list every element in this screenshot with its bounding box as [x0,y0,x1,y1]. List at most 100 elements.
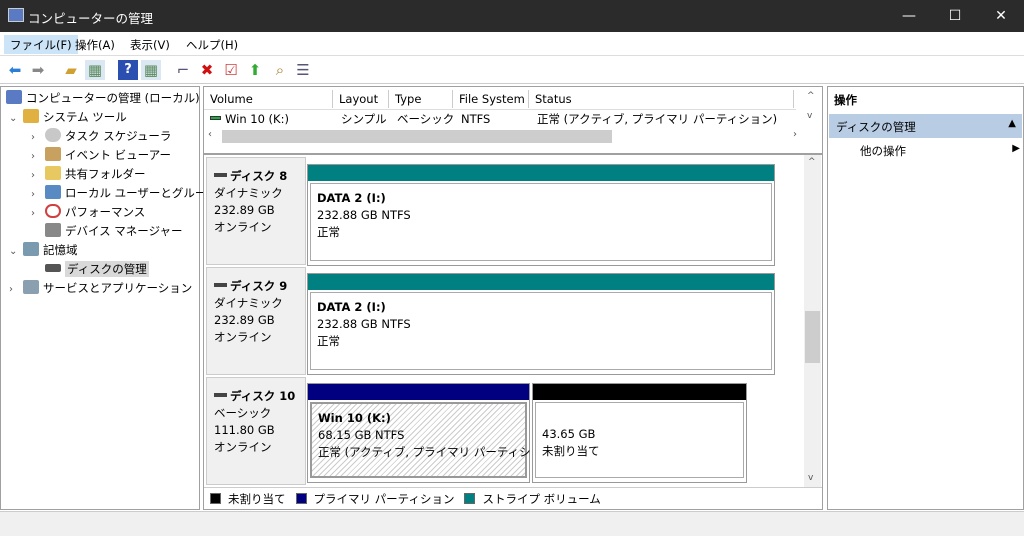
cell-status: 正常 (アクティブ, プライマリ パーティション) [537,112,778,126]
scroll-up-icon[interactable]: ^ [807,91,815,101]
disk-8-info[interactable]: ディスク 8 ダイナミック 232.89 GB オンライン [206,157,306,265]
scrollbar-thumb[interactable] [222,130,612,143]
event-log-icon [45,147,61,161]
shared-folder-icon [45,166,61,180]
horizontal-scrollbar[interactable]: ‹ › [208,128,798,145]
actions-header: 操作 [834,93,857,107]
scrollbar-thumb[interactable] [805,311,820,363]
column-header-file-system[interactable]: File System [453,90,529,108]
chevron-down-icon[interactable]: ⌄ [9,109,23,128]
tree-item-computer-management[interactable]: コンピューターの管理 (ローカル) [6,89,200,108]
close-button[interactable]: ✕ [978,0,1024,32]
import-icon[interactable]: ⬆ [245,60,265,80]
help-icon[interactable]: ? [118,60,138,80]
tree-item-disk-management[interactable]: ディスクの管理 [31,260,149,279]
menu-bar: ファイル(F) 操作(A) 表示(V) ヘルプ(H) [0,32,1024,56]
cell-layout: シンプル [341,112,387,126]
actions-section-disk-management[interactable]: ディスクの管理 ▲ [829,114,1022,138]
submenu-arrow-icon: ▶ [1012,143,1020,154]
computer-icon [6,90,22,104]
up-folder-icon[interactable]: ▰ [61,60,81,80]
volume-icon [210,116,221,120]
properties-icon[interactable]: ☑ [221,60,241,80]
disk-management-pane: Volume Layout Type File System Status Wi… [203,86,823,510]
volume-list: Volume Layout Type File System Status Wi… [204,87,822,149]
chevron-right-icon[interactable]: › [9,280,23,299]
partition-disk10-win10[interactable]: Win 10 (K:) 68.15 GB NTFS 正常 (アクティブ, プライマリ… [307,383,558,483]
chevron-right-icon[interactable]: › [31,185,45,204]
menu-action[interactable]: 操作(A) [69,35,121,54]
menu-help[interactable]: ヘルプ(H) [180,35,244,54]
device-manager-icon [45,223,61,237]
action-more-actions[interactable]: 他の操作 ▶ [860,143,1020,159]
actions-pane: 操作 ディスクの管理 ▲ 他の操作 ▶ [827,86,1024,510]
tree-item-event-viewer[interactable]: › イベント ビューアー [31,146,171,165]
column-header-layout[interactable]: Layout [333,90,389,108]
forward-icon[interactable]: ➡ [28,60,48,80]
show-hide-tree-icon[interactable]: ▦ [85,60,105,80]
vertical-scrollbar[interactable]: ^ v [804,155,821,487]
disk-9-info[interactable]: ディスク 9 ダイナミック 232.89 GB オンライン [206,267,306,375]
cell-type: ベーシック [397,112,455,126]
scroll-left-icon[interactable]: ‹ [208,129,212,140]
navigation-tree: コンピューターの管理 (ローカル) ⌄ システム ツール › タスク スケジューラ … [0,86,217,510]
tree-item-task-scheduler[interactable]: › タスク スケジューラ [31,127,171,146]
delete-icon[interactable]: ✖ [197,60,217,80]
tree-item-performance[interactable]: › パフォーマンス [31,203,145,222]
status-bar [0,511,1024,536]
window-title: コンピューターの管理 [28,11,154,26]
column-header-type[interactable]: Type [389,90,453,108]
chevron-right-icon[interactable]: › [31,147,45,166]
maximize-button[interactable]: ☐ [932,0,978,32]
back-icon[interactable]: ⬅ [5,60,25,80]
disk-10-info[interactable]: ディスク 10 ベーシック 111.80 GB オンライン [206,377,306,485]
tree-item-local-users-groups[interactable]: › ローカル ユーザーとグループ [31,184,217,203]
tools-icon [23,109,39,123]
disk-icon [214,173,227,177]
scroll-right-icon[interactable]: › [793,129,797,140]
table-row[interactable]: Win 10 (K:) [204,110,333,128]
partition-disk8-data2[interactable]: DATA 2 (I:) 232.88 GB NTFS 正常 [307,164,775,266]
scroll-down-icon[interactable]: v [808,473,813,483]
column-header-status[interactable]: Status [529,90,794,108]
tree-item-device-manager[interactable]: デバイス マネージャー [31,222,183,241]
connect-drive-icon[interactable]: ⌐ [173,60,193,80]
menu-file[interactable]: ファイル(F) [4,35,78,54]
storage-icon [23,242,39,256]
column-header-volume[interactable]: Volume [204,90,333,108]
toolbar: ⬅ ➡ ▰ ▦ ? ▦ ⌐ ✖ ☑ ⬆ ⌕ ☰ [0,56,1024,84]
disk-graphical-view: ディスク 8 ダイナミック 232.89 GB オンライン DATA 2 (I:) 2… [204,153,822,487]
computer-management-icon [8,8,24,22]
users-icon [45,185,61,199]
chevron-right-icon[interactable]: › [31,204,45,223]
list-icon[interactable]: ☰ [293,60,313,80]
legend-swatch-primary [295,493,307,504]
performance-icon [45,204,61,218]
title-bar: コンピューターの管理 — ☐ ✕ [0,0,1024,32]
chevron-right-icon[interactable]: › [31,166,45,185]
disk-icon [214,393,227,397]
chevron-down-icon[interactable]: ⌄ [9,242,23,261]
search-icon[interactable]: ⌕ [270,60,290,80]
legend-swatch-unallocated [210,493,221,504]
disk-icon [45,264,61,272]
show-hide-action-pane-icon[interactable]: ▦ [141,60,161,80]
legend-swatch-striped [464,493,476,504]
tree-item-storage[interactable]: ⌄ 記憶域 [9,241,78,260]
partition-disk9-data2[interactable]: DATA 2 (I:) 232.88 GB NTFS 正常 [307,273,775,375]
scroll-up-icon[interactable]: ^ [808,157,816,167]
minimize-button[interactable]: — [886,0,932,32]
cell-file-system: NTFS [461,112,491,126]
menu-view[interactable]: 表示(V) [124,35,176,54]
services-icon [23,280,39,294]
clock-icon [45,128,61,142]
tree-item-shared-folders[interactable]: › 共有フォルダー [31,165,146,184]
scroll-down-icon[interactable]: v [807,111,812,121]
partition-disk10-unallocated[interactable]: 43.65 GB 未割り当て [532,383,747,483]
disk-icon [214,283,227,287]
tree-item-system-tools[interactable]: ⌄ システム ツール [9,108,127,127]
legend: 未割り当て プライマリ パーティション ストライプ ボリューム [204,487,822,509]
tree-item-services-applications[interactable]: › サービスとアプリケーション [9,279,192,298]
collapse-icon[interactable]: ▲ [1008,118,1016,129]
chevron-right-icon[interactable]: › [31,128,45,147]
